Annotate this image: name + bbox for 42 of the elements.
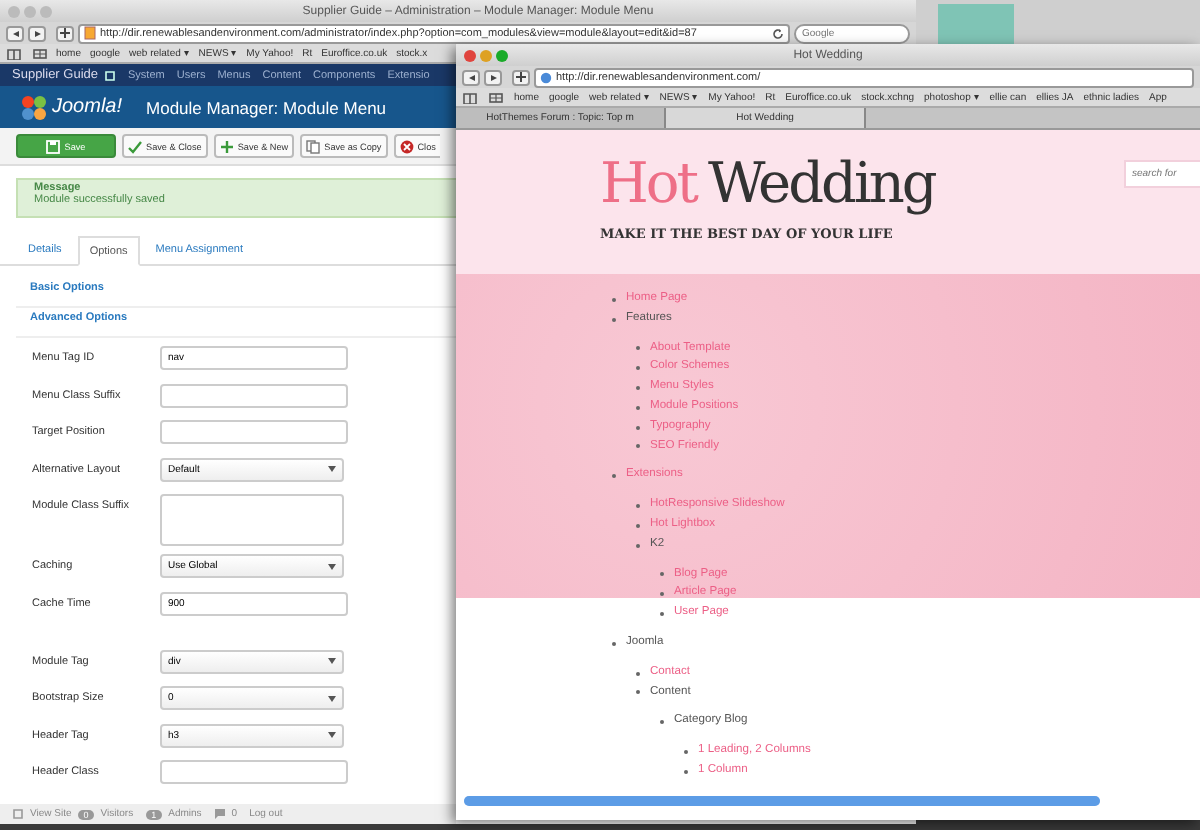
grid-icon [31, 47, 47, 59]
caret-icon [328, 695, 336, 702]
grid-icon [488, 91, 504, 103]
logo-icon [20, 93, 48, 121]
back-button[interactable] [462, 69, 480, 85]
page-title: Module Manager: Module Menu [146, 97, 387, 117]
plus-icon [60, 28, 70, 38]
input-field[interactable] [160, 420, 348, 445]
caret-icon [328, 658, 336, 665]
caret-icon [328, 563, 336, 570]
copy-icon [306, 139, 321, 153]
reload-icon [772, 27, 784, 39]
external-link-icon [104, 69, 116, 81]
back-icon [467, 73, 475, 81]
logo-text: Joomla! [52, 96, 123, 118]
caret-icon [328, 732, 336, 739]
page-icon [84, 26, 96, 40]
forward-button[interactable] [28, 25, 46, 41]
external-link-icon [12, 808, 24, 820]
back-button[interactable] [6, 25, 24, 41]
add-bookmark-button[interactable] [56, 25, 74, 41]
plus-icon [516, 72, 526, 82]
close-icon [399, 139, 414, 153]
caret-icon [328, 466, 336, 473]
save-icon [46, 139, 61, 153]
forward-icon [33, 29, 41, 37]
photo-placeholder [938, 4, 1014, 44]
globe-icon [540, 71, 552, 83]
forward-button[interactable] [484, 69, 502, 85]
site-logo: Hot Wedding [600, 150, 935, 216]
input-field[interactable] [160, 760, 348, 785]
plus-icon [219, 139, 234, 153]
book-icon [462, 91, 478, 103]
speech-icon [213, 808, 226, 820]
book-icon [6, 47, 22, 59]
input-field[interactable] [160, 383, 348, 408]
text-area[interactable] [160, 494, 344, 547]
forward-icon [489, 73, 497, 81]
back-icon [11, 29, 19, 37]
horizontal-scrollbar[interactable] [464, 796, 1100, 806]
add-bookmark-button[interactable] [512, 69, 530, 85]
check-icon [128, 139, 142, 153]
